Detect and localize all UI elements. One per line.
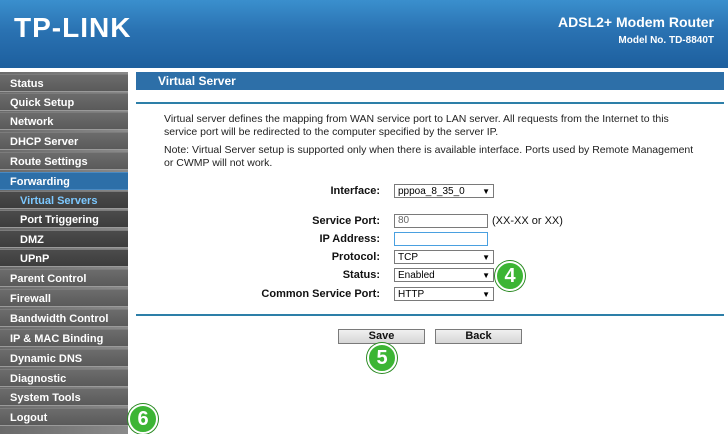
interface-row: Interface: pppoa_8_35_0 ▼ (140, 183, 700, 199)
interface-label: Interface: (330, 185, 380, 197)
sidebar-item-forwarding[interactable]: Forwarding (0, 172, 128, 190)
protocol-row: Protocol: TCP ▼ (140, 249, 700, 265)
service-port-hint: (XX-XX or XX) (492, 215, 563, 227)
page-title: Virtual Server (136, 72, 724, 90)
header-bar: TP-LINK ADSL2+ Modem Router Model No. TD… (0, 0, 728, 68)
sidebar-item-system-tools[interactable]: System Tools (0, 388, 128, 406)
protocol-value: TCP (398, 252, 418, 263)
dropdown-arrow-icon: ▼ (482, 271, 490, 280)
status-value: Enabled (398, 270, 435, 281)
dropdown-arrow-icon: ▼ (482, 253, 490, 262)
sidebar-item-firewall[interactable]: Firewall (0, 289, 128, 307)
interface-select[interactable]: pppoa_8_35_0 ▼ (394, 184, 494, 198)
sidebar-item-diagnostic[interactable]: Diagnostic (0, 369, 128, 387)
ip-address-label: IP Address: (319, 233, 380, 245)
protocol-select[interactable]: TCP ▼ (394, 250, 494, 264)
sidebar-item-network[interactable]: Network (0, 112, 128, 130)
protocol-label: Protocol: (331, 251, 380, 263)
save-button[interactable]: Save (338, 329, 425, 344)
main-content: Virtual Server Virtual server defines th… (136, 72, 728, 434)
tp-link-logo: TP-LINK (14, 12, 132, 43)
top-divider (136, 102, 724, 104)
interface-value: pppoa_8_35_0 (398, 186, 465, 197)
sidebar-item-dmz[interactable]: DMZ (0, 230, 128, 248)
dropdown-arrow-icon: ▼ (482, 187, 490, 196)
ip-address-input[interactable] (394, 232, 488, 246)
back-button[interactable]: Back (435, 329, 522, 344)
sidebar-item-status[interactable]: Status (0, 74, 128, 92)
status-select[interactable]: Enabled ▼ (394, 268, 494, 282)
sidebar-item-parent-control[interactable]: Parent Control (0, 269, 128, 287)
model-number: Model No. TD-8840T (618, 35, 714, 46)
dropdown-arrow-icon: ▼ (482, 290, 490, 299)
callout-badge-6: 6 (128, 404, 158, 434)
sidebar-item-dynamic-dns[interactable]: Dynamic DNS (0, 349, 128, 367)
service-port-row: Service Port: 80 (XX-XX or XX) (140, 213, 700, 229)
bottom-divider (136, 314, 724, 316)
product-title: ADSL2+ Modem Router (558, 14, 714, 30)
page-note: Note: Virtual Server setup is supported … (164, 144, 694, 169)
callout-badge-5: 5 (367, 343, 397, 373)
sidebar-item-port-triggering[interactable]: Port Triggering (0, 210, 128, 228)
sidebar-item-virtual-servers[interactable]: Virtual Servers (0, 191, 128, 209)
common-service-port-value: HTTP (398, 289, 425, 300)
common-service-port-select[interactable]: HTTP ▼ (394, 287, 494, 301)
sidebar-item-quick-setup[interactable]: Quick Setup (0, 93, 128, 111)
service-port-input[interactable]: 80 (394, 214, 488, 228)
service-port-label: Service Port: (312, 215, 380, 227)
sidebar-item-upnp[interactable]: UPnP (0, 249, 128, 267)
sidebar-item-logout[interactable]: Logout (0, 408, 128, 426)
status-row: Status: Enabled ▼ (140, 267, 700, 283)
common-service-port-label: Common Service Port: (261, 288, 380, 300)
sidebar-item-ip-mac-binding[interactable]: IP & MAC Binding (0, 329, 128, 347)
sidebar-item-route-settings[interactable]: Route Settings (0, 152, 128, 170)
callout-badge-4: 4 (495, 261, 525, 291)
sidebar-item-bandwidth-control[interactable]: Bandwidth Control (0, 309, 128, 327)
sidebar: Status Quick Setup Network DHCP Server R… (0, 72, 128, 434)
ip-address-row: IP Address: (140, 231, 700, 247)
common-service-port-row: Common Service Port: HTTP ▼ (140, 286, 700, 302)
status-label: Status: (342, 269, 380, 281)
page-description: Virtual server defines the mapping from … (164, 113, 669, 138)
sidebar-item-dhcp-server[interactable]: DHCP Server (0, 132, 128, 150)
